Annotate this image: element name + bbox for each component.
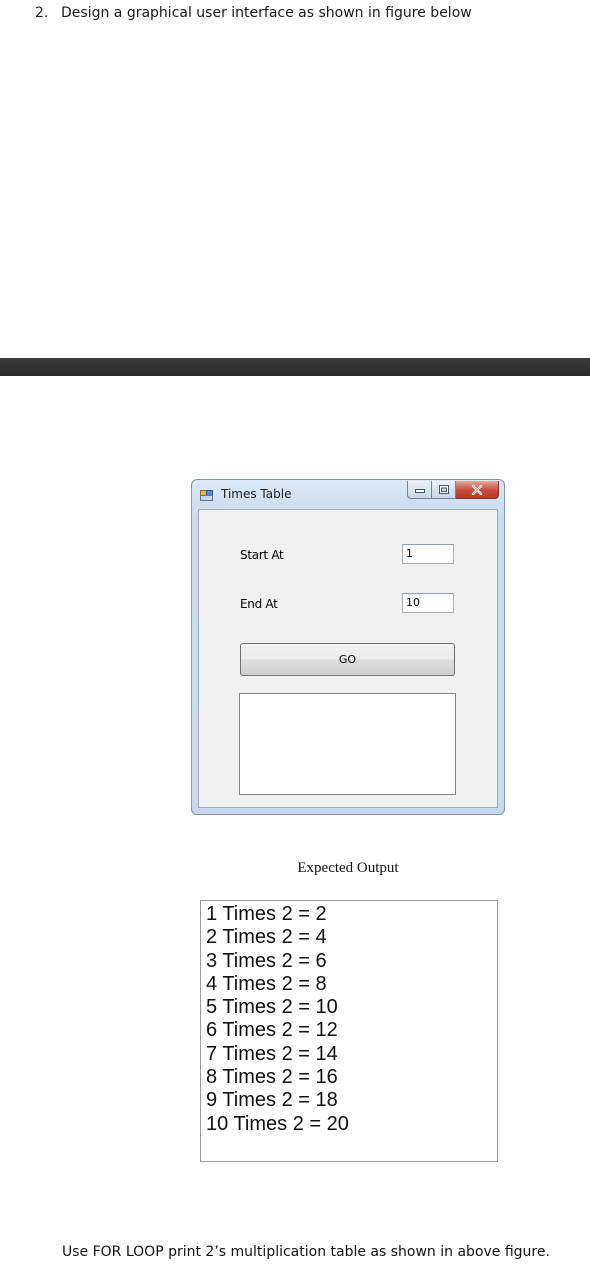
window-title: Times Table: [221, 487, 292, 501]
expected-output-line: 2 Times 2 = 4: [206, 926, 327, 949]
question-text: Design a graphical user interface as sho…: [61, 5, 472, 21]
maximize-icon: [438, 485, 449, 494]
page-divider-bar: [0, 358, 590, 376]
maximize-button[interactable]: [432, 481, 456, 499]
expected-output-line: 10 Times 2 = 20: [206, 1112, 349, 1135]
expected-output-line: 1 Times 2 = 2: [206, 903, 327, 925]
times-table-window: Times Table Start At 1 End At 10 GO: [191, 479, 505, 815]
document-page: 2. Design a graphical user interface as s…: [0, 0, 590, 1284]
expected-output-line: 9 Times 2 = 18: [206, 1089, 338, 1112]
expected-output-line: 4 Times 2 = 8: [206, 972, 327, 995]
expected-output-line: 5 Times 2 = 10: [206, 996, 338, 1019]
caption-buttons: [407, 481, 499, 499]
end-at-input[interactable]: 10: [402, 593, 454, 613]
go-button[interactable]: GO: [240, 643, 455, 676]
start-at-label: Start At: [240, 548, 284, 562]
expected-output-box: 1 Times 2 = 2 2 Times 2 = 4 3 Times 2 = …: [200, 900, 498, 1162]
close-icon: [471, 484, 483, 495]
start-at-input[interactable]: 1: [402, 544, 454, 564]
window-titlebar[interactable]: Times Table: [192, 480, 504, 507]
output-listbox[interactable]: [239, 693, 456, 795]
winforms-app-icon: [200, 488, 213, 501]
expected-output-line: 7 Times 2 = 14: [206, 1042, 338, 1065]
instruction-footer: Use FOR LOOP print 2’s multiplication ta…: [62, 1244, 550, 1260]
minimize-icon: [414, 488, 425, 493]
expected-output-caption: Expected Output: [297, 860, 399, 876]
window-client-area: Start At 1 End At 10 GO: [198, 509, 498, 808]
question-number: 2.: [35, 5, 49, 21]
go-button-label: GO: [338, 653, 357, 666]
minimize-button[interactable]: [407, 481, 432, 499]
close-button[interactable]: [456, 481, 499, 499]
question-heading: 2. Design a graphical user interface as s…: [35, 5, 472, 21]
expected-output-line: 6 Times 2 = 12: [206, 1019, 338, 1042]
end-at-label: End At: [240, 597, 278, 611]
expected-output-line: 3 Times 2 = 6: [206, 949, 327, 972]
expected-output-line: 8 Times 2 = 16: [206, 1066, 338, 1089]
